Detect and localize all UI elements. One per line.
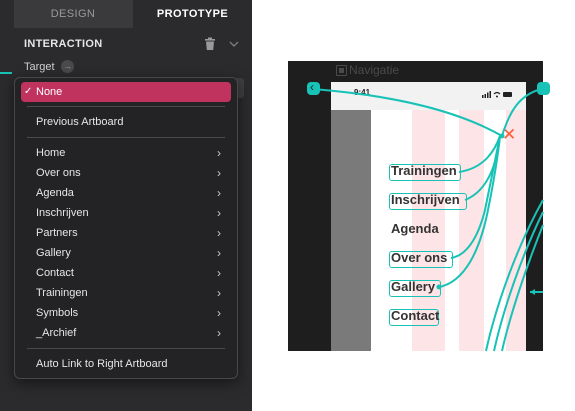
nav-link-trainingen[interactable]: Trainingen: [391, 163, 457, 178]
chevron-right-icon: ›: [217, 326, 221, 340]
layout-column: [506, 82, 526, 351]
menu-item-label: Agenda: [36, 187, 74, 199]
menu-item-label: Auto Link to Right Artboard: [36, 358, 168, 370]
nav-link-inschrijven[interactable]: Inschrijven: [391, 192, 460, 207]
menu-item-label: Symbols: [36, 307, 79, 319]
menu-item-label: None: [36, 86, 63, 98]
chevron-right-icon: ›: [217, 206, 221, 220]
menu-item-trainingen[interactable]: Trainingen ›: [21, 283, 231, 303]
connector-handle-left[interactable]: [307, 80, 320, 95]
menu-item-label: Home: [36, 147, 66, 159]
target-arrow-icon[interactable]: →: [61, 60, 74, 73]
checkmark-icon: ✓: [24, 86, 33, 97]
artboard-title[interactable]: Navigatie: [335, 63, 399, 77]
chevron-right-icon: ›: [217, 306, 221, 320]
menu-item-label: Gallery: [36, 247, 71, 259]
artboard-title-text: Navigatie: [349, 63, 400, 77]
chevron-right-icon: ›: [217, 266, 221, 280]
menu-item-label: Contact: [36, 267, 74, 279]
menu-item-home[interactable]: Home ›: [21, 143, 231, 163]
menu-item-over-ons[interactable]: Over ons ›: [21, 163, 231, 183]
chevron-down-icon[interactable]: [228, 38, 240, 50]
chevron-right-icon: ›: [217, 246, 221, 260]
menu-item-label: Previous Artboard: [36, 116, 124, 128]
menu-item-inschrijven[interactable]: Inschrijven ›: [21, 203, 231, 223]
connector-handle-right[interactable]: [537, 82, 550, 95]
menu-item-contact[interactable]: Contact ›: [21, 263, 231, 283]
nav-link-agenda[interactable]: Agenda: [391, 221, 439, 236]
status-icons: [482, 91, 512, 98]
nav-link-contact[interactable]: Contact: [391, 308, 439, 323]
status-time: 9:41: [354, 88, 371, 97]
chevron-right-icon: ›: [217, 166, 221, 180]
nav-link-over-ons[interactable]: Over ons: [391, 250, 447, 265]
target-label: Target: [24, 61, 55, 73]
nav-link-gallery[interactable]: Gallery: [391, 279, 435, 294]
tab-prototype[interactable]: PROTOTYPE: [133, 0, 252, 28]
connector-stub: [0, 72, 12, 74]
chevron-right-icon: ›: [217, 146, 221, 160]
menu-item-auto-link[interactable]: Auto Link to Right Artboard: [21, 354, 231, 374]
chevron-right-icon: ›: [217, 226, 221, 240]
chevron-right-icon: ›: [217, 186, 221, 200]
interaction-title: INTERACTION: [24, 38, 103, 50]
menu-separator: [27, 137, 225, 138]
chevron-right-icon: ›: [217, 286, 221, 300]
menu-item-agenda[interactable]: Agenda ›: [21, 183, 231, 203]
panel-tabs: DESIGN PROTOTYPE: [14, 0, 252, 28]
menu-item-label: Trainingen: [36, 287, 88, 299]
menu-item-partners[interactable]: Partners ›: [21, 223, 231, 243]
trash-icon[interactable]: [204, 37, 216, 51]
menu-item-symbols[interactable]: Symbols ›: [21, 303, 231, 323]
target-dropdown-menu: ✓ None Previous Artboard Home › Over ons…: [14, 77, 238, 379]
menu-item-archief[interactable]: _Archief ›: [21, 323, 231, 343]
menu-item-none[interactable]: ✓ None: [21, 82, 231, 102]
close-icon[interactable]: ✕: [502, 126, 516, 143]
layout-column: [459, 82, 484, 351]
menu-item-label: Over ons: [36, 167, 81, 179]
menu-separator: [27, 106, 225, 107]
side-panel-block: [331, 110, 371, 351]
menu-item-label: Inschrijven: [36, 207, 89, 219]
menu-item-label: _Archief: [36, 327, 77, 339]
menu-item-previous-artboard[interactable]: Previous Artboard: [21, 112, 231, 132]
tab-design[interactable]: DESIGN: [14, 0, 132, 28]
menu-separator: [27, 348, 225, 349]
menu-item-gallery[interactable]: Gallery ›: [21, 243, 231, 263]
menu-item-label: Partners: [36, 227, 78, 239]
